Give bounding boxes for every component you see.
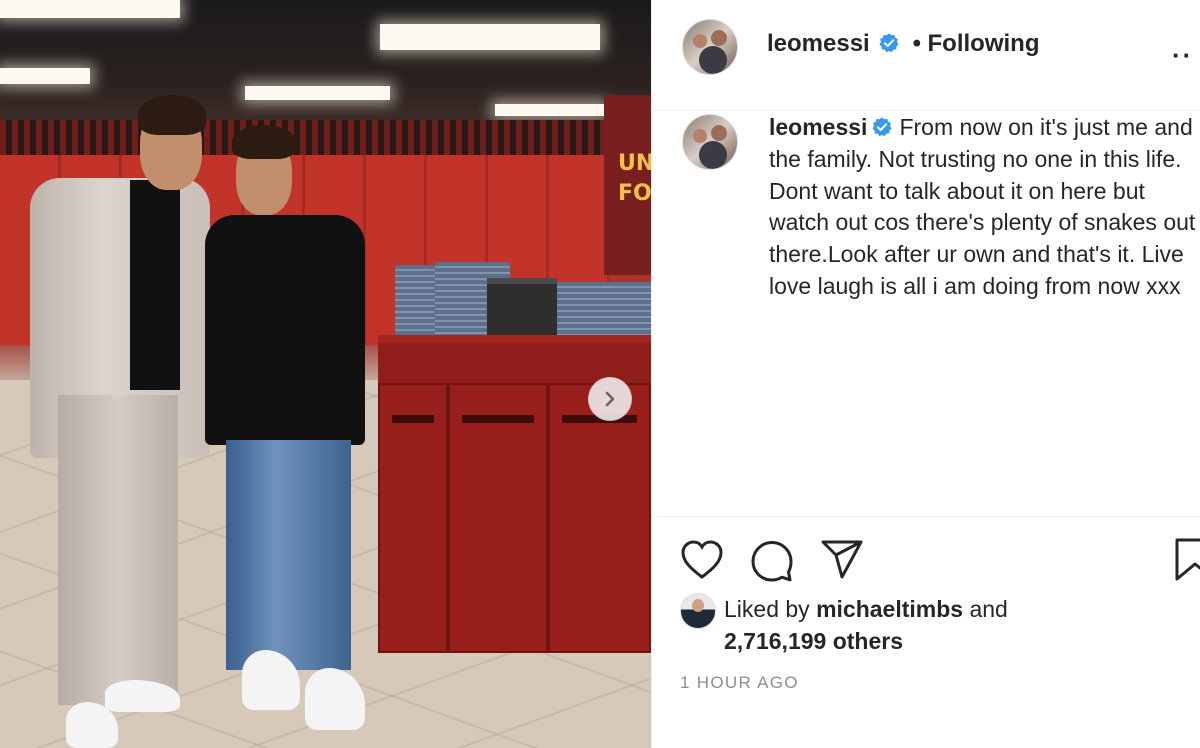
header-user-row: leomessi • Following xyxy=(767,30,1039,58)
ceiling-light xyxy=(0,68,90,84)
post-header: leomessi • Following ·· xyxy=(652,0,1200,111)
caption-text-block: leomessi From now on it's just me and th… xyxy=(769,112,1200,303)
ceiling-light xyxy=(245,86,390,100)
save-button[interactable] xyxy=(1174,537,1200,586)
liker-avatar[interactable] xyxy=(680,593,716,629)
caption-avatar[interactable] xyxy=(682,114,738,170)
more-horizontal-icon: ·· xyxy=(1172,40,1194,70)
post-photo[interactable]: UNI FO xyxy=(0,0,651,748)
likes-middle: and xyxy=(963,596,1008,622)
post-timestamp[interactable]: 1 HOUR AGO xyxy=(680,673,799,693)
comment-icon xyxy=(751,541,793,582)
caption-text: From now on it's just me and the family.… xyxy=(769,114,1196,299)
next-image-button[interactable] xyxy=(588,377,632,421)
banner-text-1: UNI xyxy=(618,151,651,176)
ceiling-light xyxy=(495,104,605,116)
share-button[interactable] xyxy=(820,539,864,586)
liker-username[interactable]: michaeltimbs xyxy=(816,596,963,622)
ceiling-light xyxy=(380,24,600,50)
heart-icon xyxy=(681,540,723,579)
ceiling-light xyxy=(0,0,180,18)
likes-summary: Liked by michaeltimbs and 2,716,199 othe… xyxy=(724,593,1008,657)
post-side-panel: leomessi • Following ·· leomessi From no… xyxy=(651,0,1200,748)
chevron-right-icon xyxy=(605,391,615,407)
wall-stripes xyxy=(0,120,610,158)
bookmark-icon xyxy=(1175,538,1200,581)
comment-button[interactable] xyxy=(750,539,794,588)
following-button[interactable]: Following xyxy=(928,30,1040,57)
like-button[interactable] xyxy=(680,539,724,586)
likes-prefix: Liked by xyxy=(724,596,817,622)
verified-badge-icon xyxy=(879,33,899,53)
avatar[interactable] xyxy=(682,19,738,75)
club-banner: UNI FO xyxy=(604,95,651,275)
paper-plane-icon xyxy=(821,540,863,579)
caption: leomessi From now on it's just me and th… xyxy=(769,112,1200,303)
separator-dot: • xyxy=(912,30,922,57)
likes-count[interactable]: 2,716,199 others xyxy=(724,628,903,654)
header-username[interactable]: leomessi xyxy=(767,30,870,57)
caption-username[interactable]: leomessi xyxy=(769,114,867,140)
more-options-button[interactable]: ·· xyxy=(1172,40,1193,71)
banner-text-2: FO xyxy=(618,181,651,206)
verified-badge-icon xyxy=(872,117,892,137)
